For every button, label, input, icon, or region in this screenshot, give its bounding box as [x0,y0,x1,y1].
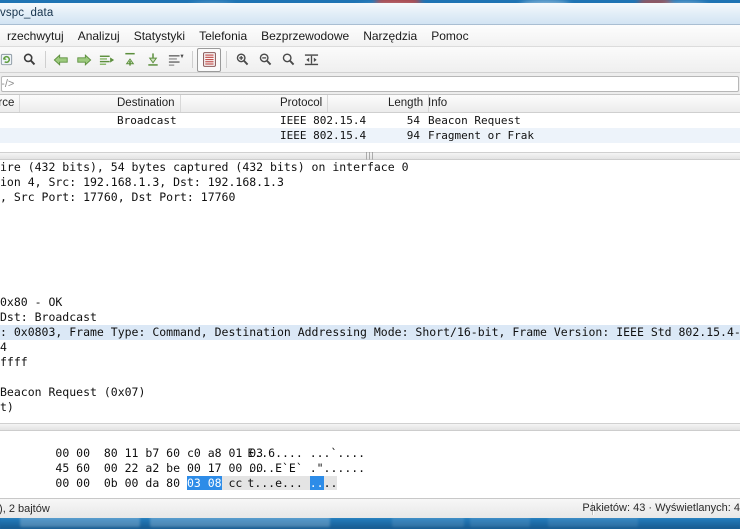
window-titlebar[interactable]: vspc_data [0,3,740,25]
menu-label: Bezprzewodowe [261,28,350,43]
detail-line[interactable] [0,205,740,220]
ascii-bytes: ...... [247,491,331,498]
menu-label: Telefonia [199,28,248,43]
column-header-length[interactable]: Length [388,95,430,112]
menu-statystyki[interactable]: Statystyki [127,26,192,46]
menu-telefonia[interactable]: Telefonia [192,26,254,46]
wireshark-window: vspc_data rzechwytuj Analizuj Statystyki… [0,3,740,518]
detail-line[interactable]: ire (432 bits), 54 bytes captured (432 b… [0,160,740,175]
table-row[interactable]: Broadcast IEEE 802.15.4 54 Beacon Reques… [0,113,740,128]
detail-line[interactable] [0,265,740,280]
column-header-source[interactable]: urce [0,95,21,112]
packet-list-pane[interactable]: urce Destination Protocol Length Info Br… [0,95,740,152]
column-header-destination[interactable]: Destination [117,95,181,112]
find-packet-icon[interactable] [18,49,40,71]
packet-list-header: urce Destination Protocol Length Info [0,95,740,113]
splitter-grip: ||| [365,151,375,160]
hex-bytes: 00 00 80 11 b7 60 c0 a8 01 03 [55,446,264,460]
packet-detail-pane[interactable]: ire (432 bits), 54 bytes captured (432 b… [0,160,740,431]
menubar: rzechwytuj Analizuj Statystyki Telefonia… [0,25,740,47]
hex-bytes: 45 60 00 22 a2 be 00 17 00 00 [55,461,264,475]
ascii-bytes-highlighted: .. [309,476,324,490]
auto-scroll-icon[interactable] [165,49,187,71]
ascii-bytes-tail: .. [323,476,338,490]
column-header-protocol[interactable]: Protocol [280,95,329,112]
ascii-bytes-tail: ...`.... [302,446,366,460]
detail-line[interactable] [0,280,740,295]
menu-label: Analizuj [77,28,120,43]
toolbar-separator [226,51,227,68]
cell-protocol: IEEE 802.15.4 [280,114,367,127]
cell-info: Beacon Request [428,114,521,127]
hex-bytes: 00 00 0b 00 da 80 [55,476,187,490]
ascii-bytes: E..6.... [247,446,303,460]
menu-label: rzechwytuj [7,28,64,43]
restart-capture-icon[interactable] [0,49,17,71]
cell-info: Fragment or Frak [428,129,534,142]
display-filter-bar: trl-/> [0,73,740,95]
pane-splitter-top[interactable]: ||| [0,152,740,160]
screen: vspc_data rzechwytuj Analizuj Statystyki… [0,0,740,529]
window-title: vspc_data [0,7,54,19]
toolbar-separator [192,51,193,68]
cell-length: 94 [406,129,420,142]
display-filter-input[interactable]: trl-/> [1,75,739,92]
table-row[interactable]: IEEE 802.15.4 94 Fragment or Frak [0,128,740,143]
ascii-bytes-tail: ."...... [302,461,366,475]
pane-splitter-bottom[interactable] [0,423,740,431]
menu-przechwytuj[interactable]: rzechwytuj [0,26,71,46]
detail-line[interactable] [0,220,740,235]
zoom-in-icon[interactable] [231,49,253,71]
statusbar: f), 2 bajtów Pakietów: 43 · Wyświetlanyc… [0,498,740,518]
hex-row[interactable]: 00 00 80 11 b7 60 c0 a8 01 03E..6.... ..… [0,431,740,460]
detail-line[interactable]: , Src Port: 17760, Dst Port: 17760 [0,190,740,205]
ascii-bytes: t...e... [247,476,310,490]
display-filter-placeholder: trl-/> [1,77,15,90]
detail-line[interactable]: t) [0,400,740,415]
cell-length: 54 [406,114,420,127]
column-header-info[interactable]: Info [428,97,447,109]
zoom-reset-icon[interactable] [277,49,299,71]
detail-line[interactable] [0,370,740,385]
cell-destination: Broadcast [117,114,177,127]
go-to-last-packet-icon[interactable] [142,49,164,71]
detail-line[interactable]: Beacon Request (0x07) [0,385,740,400]
go-to-first-packet-icon[interactable] [119,49,141,71]
main-toolbar [0,47,740,73]
go-back-icon[interactable] [50,49,72,71]
menu-label: Statystyki [133,28,186,43]
zoom-out-icon[interactable] [254,49,276,71]
menu-label: Pomoc [431,28,469,43]
menu-label: Narzędzia [363,28,418,43]
colorize-packets-icon[interactable] [197,47,221,72]
detail-line[interactable]: ion 4, Src: 192.168.1.3, Dst: 192.168.1.… [0,175,740,190]
ascii-bytes: ....E`E` [247,461,303,475]
go-forward-icon[interactable] [73,49,95,71]
detail-line[interactable]: Dst: Broadcast [0,310,740,325]
menu-analizuj[interactable]: Analizuj [71,26,127,46]
detail-line[interactable] [0,235,740,250]
cell-protocol: IEEE 802.15.4 [280,129,367,142]
detail-line[interactable]: ffff [0,355,740,370]
toolbar-separator [45,51,46,68]
detail-line-selected[interactable]: : 0x0803, Frame Type: Command, Destinati… [0,325,740,340]
resize-columns-icon[interactable] [300,49,322,71]
menu-bezprzewodowe[interactable]: Bezprzewodowe [254,26,356,46]
statusbar-packet-counts: Pakietów: 43 · Wyświetlanych: 4 [582,502,740,514]
menu-narzedzia[interactable]: Narzędzia [356,26,424,46]
detail-line[interactable] [0,250,740,265]
statusbar-field-info: f), 2 bajtów [0,502,50,515]
packet-bytes-pane[interactable]: 00 00 80 11 b7 60 c0 a8 01 03E..6.... ..… [0,431,740,498]
go-to-packet-icon[interactable] [96,49,118,71]
detail-line[interactable]: 0x80 - OK [0,295,740,310]
hex-bytes-highlighted: 03 08 [186,476,222,490]
menu-pomoc[interactable]: Pomoc [424,26,475,46]
detail-line[interactable]: 4 [0,340,740,355]
